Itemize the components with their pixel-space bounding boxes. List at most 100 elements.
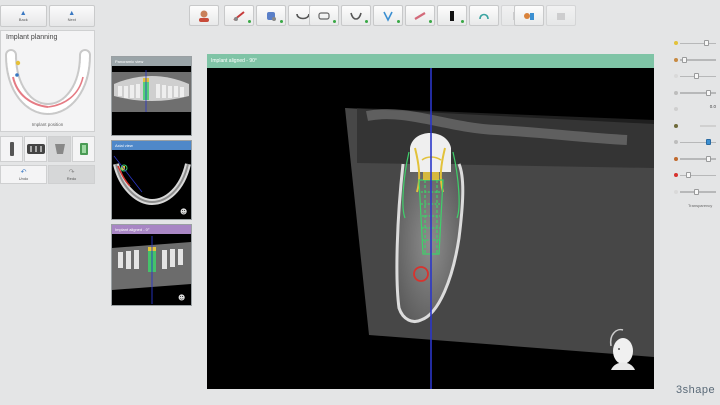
implant-tool-icon — [414, 11, 426, 20]
undo-icon: ↶ — [20, 168, 27, 176]
sleeve-button[interactable] — [469, 5, 499, 26]
slider-knob[interactable] — [682, 56, 687, 63]
next-button[interactable]: ▲ Next — [48, 5, 95, 27]
bone-color-icon — [674, 140, 678, 144]
slider-knob[interactable] — [686, 172, 691, 178]
undo-button[interactable]: ↶ Undo — [0, 165, 47, 184]
tooth-color-icon — [674, 74, 678, 78]
segment-button[interactable] — [224, 5, 254, 26]
tooth-select-icon — [267, 11, 276, 21]
transfer-button[interactable] — [514, 5, 544, 26]
thumbnail-title: Implant aligned - 0° — [112, 225, 191, 234]
crown-bridge-tool[interactable] — [24, 136, 47, 162]
model-color-icon — [674, 57, 678, 62]
brand-logo: 3shape — [676, 384, 716, 396]
patient-icon — [199, 10, 209, 22]
redo-button[interactable]: ↷ Redo — [48, 165, 95, 184]
segment-icon — [233, 10, 245, 21]
axial-xray-image: ☻ — [113, 155, 191, 216]
slider-knob[interactable] — [694, 188, 699, 195]
implant-tool-button[interactable] — [405, 5, 435, 26]
white-implant-icon — [450, 10, 454, 21]
jaw-arch-preview[interactable] — [5, 47, 92, 117]
toolbar-group-patient — [189, 5, 219, 26]
crown-wax-button[interactable] — [341, 5, 371, 26]
gingiva-color-icon — [674, 123, 678, 128]
back-button[interactable]: ▲ Back — [0, 5, 47, 27]
white-implant-button[interactable] — [437, 5, 467, 26]
toolbar-group-planning — [224, 5, 318, 26]
back-label: Back — [18, 17, 28, 22]
export-icon — [557, 12, 565, 20]
panoramic-curve-button[interactable] — [309, 5, 339, 26]
patient-button[interactable] — [189, 5, 219, 26]
slider-value: 0.0 — [709, 104, 716, 109]
slider-row[interactable] — [670, 36, 720, 53]
implant-icon — [9, 142, 14, 156]
thumbnail-title: Panoramic view — [112, 57, 191, 66]
transfer-icon — [524, 12, 534, 20]
implant-tool-row — [0, 136, 95, 162]
crown-color-icon — [674, 41, 678, 45]
slider-row[interactable] — [670, 168, 720, 185]
redo-label: Redo — [66, 175, 77, 181]
slider-row[interactable] — [670, 119, 720, 136]
implant-aligned-thumbnail[interactable]: Implant aligned - 0° ☻ — [111, 224, 192, 306]
scan-color-icon — [674, 90, 678, 95]
panel-title: Implant planning — [6, 34, 58, 41]
axial-view-thumbnail[interactable]: Axial view ☻ — [111, 140, 192, 220]
slider-knob[interactable] — [706, 89, 711, 96]
slider-row[interactable] — [670, 185, 720, 202]
sleeve-color-icon — [674, 189, 678, 194]
export-button[interactable] — [546, 5, 576, 26]
slider-row[interactable] — [670, 135, 720, 152]
slider-knob[interactable] — [694, 73, 699, 79]
sliders-footer[interactable]: Transparency — [670, 203, 720, 208]
abutment-tool[interactable] — [48, 136, 71, 162]
guide-sleeve-tool[interactable] — [72, 136, 95, 162]
slider-row[interactable] — [670, 152, 720, 169]
arrow-up-icon: ▲ — [19, 10, 27, 17]
slider-row[interactable] — [670, 53, 720, 70]
cross-section-viewport[interactable] — [207, 68, 654, 389]
sleeve-icon — [479, 13, 489, 19]
navigation-buttons: ▲ Back ▲ Next — [0, 5, 95, 27]
thumbnail-title: Axial view — [112, 141, 191, 150]
crown-bridge-icon — [26, 144, 45, 154]
arch-caption: Implant position — [31, 122, 64, 127]
slider-row[interactable] — [670, 69, 720, 86]
guide-sleeve-icon — [79, 143, 88, 155]
nerve-color-icon — [674, 173, 678, 177]
antagonist-color-icon — [674, 107, 678, 111]
slider-row[interactable] — [670, 86, 720, 103]
redo-icon: ↷ — [68, 168, 75, 176]
slider-track — [700, 125, 716, 127]
implant-tool[interactable] — [0, 136, 23, 162]
abutment-icon — [54, 144, 65, 154]
cross-section-xray — [345, 68, 654, 389]
arrow-up-icon: ▲ — [68, 10, 76, 17]
slider-row[interactable]: 0.0 — [670, 102, 720, 119]
implant-color-icon — [674, 156, 678, 161]
svg-text:☻: ☻ — [178, 294, 185, 302]
nerve-mark-button[interactable] — [373, 5, 403, 26]
aligned-xray-image: ☻ — [112, 236, 191, 304]
svg-text:☻: ☻ — [180, 208, 187, 216]
visibility-sliders: 0.0 Transparency — [670, 36, 720, 208]
main-view-title: Implant aligned - 90° — [207, 54, 654, 68]
panoramic-xray-image — [112, 70, 191, 112]
toolbar-group-export — [514, 5, 576, 26]
slider-knob[interactable] — [704, 40, 709, 46]
panoramic-view-thumbnail[interactable]: Panoramic view — [111, 56, 192, 136]
lower-jaw-arch-icon — [5, 49, 91, 116]
next-label: Next — [67, 17, 76, 22]
main-3d-view[interactable]: Implant aligned - 90° — [207, 54, 654, 389]
tooth-select-button[interactable] — [256, 5, 286, 26]
nerve-mark-icon — [383, 11, 393, 22]
slider-track — [680, 42, 716, 44]
slider-knob[interactable] — [706, 155, 711, 162]
implant-planning-panel: Implant planning Implant position — [0, 30, 95, 132]
toolbar-group-design — [309, 5, 531, 26]
slider-knob[interactable] — [706, 139, 711, 145]
panoramic-curve-icon — [318, 11, 330, 20]
